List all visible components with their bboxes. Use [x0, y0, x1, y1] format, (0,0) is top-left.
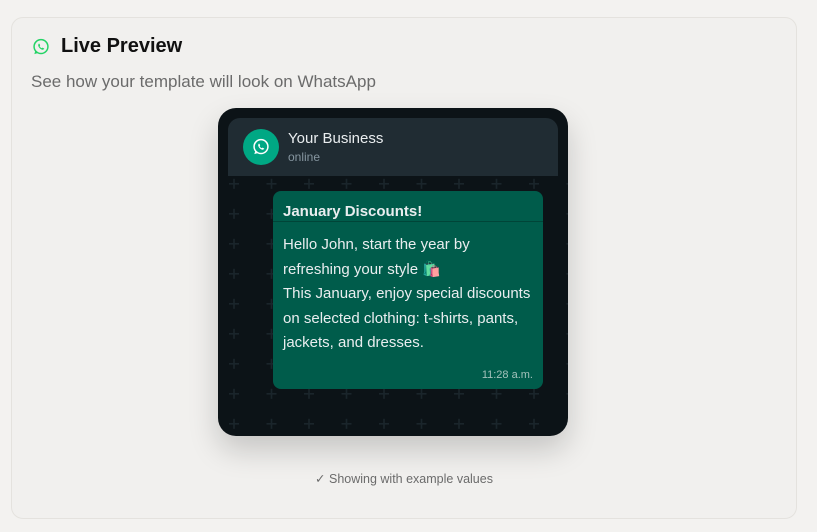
phone-preview: Your Business online January Discounts! … — [218, 108, 568, 436]
message-time: 11:28 a.m. — [481, 369, 533, 381]
message-body: Hello John, start the year by refreshing… — [283, 233, 533, 356]
page-subtitle: See how your template will look on Whats… — [31, 72, 376, 91]
business-name: Your Business — [288, 130, 384, 147]
message-bubble: January Discounts! Hello John, start the… — [273, 191, 543, 389]
avatar — [243, 129, 279, 165]
whatsapp-icon — [253, 138, 269, 155]
page-title: Live Preview — [61, 35, 183, 57]
message-body-line-2: This January, enjoy special discounts on… — [283, 285, 531, 351]
message-divider — [273, 221, 543, 222]
message-body-line-1: Hello John, start the year by refreshing… — [283, 236, 470, 278]
preview-title-row: Live Preview — [31, 35, 182, 58]
chat-header: Your Business online — [228, 118, 558, 176]
whatsapp-icon — [33, 38, 49, 54]
business-status: online — [288, 150, 321, 164]
example-values-note: ✓ Showing with example values — [315, 472, 493, 486]
message-header: January Discounts! — [283, 203, 423, 220]
